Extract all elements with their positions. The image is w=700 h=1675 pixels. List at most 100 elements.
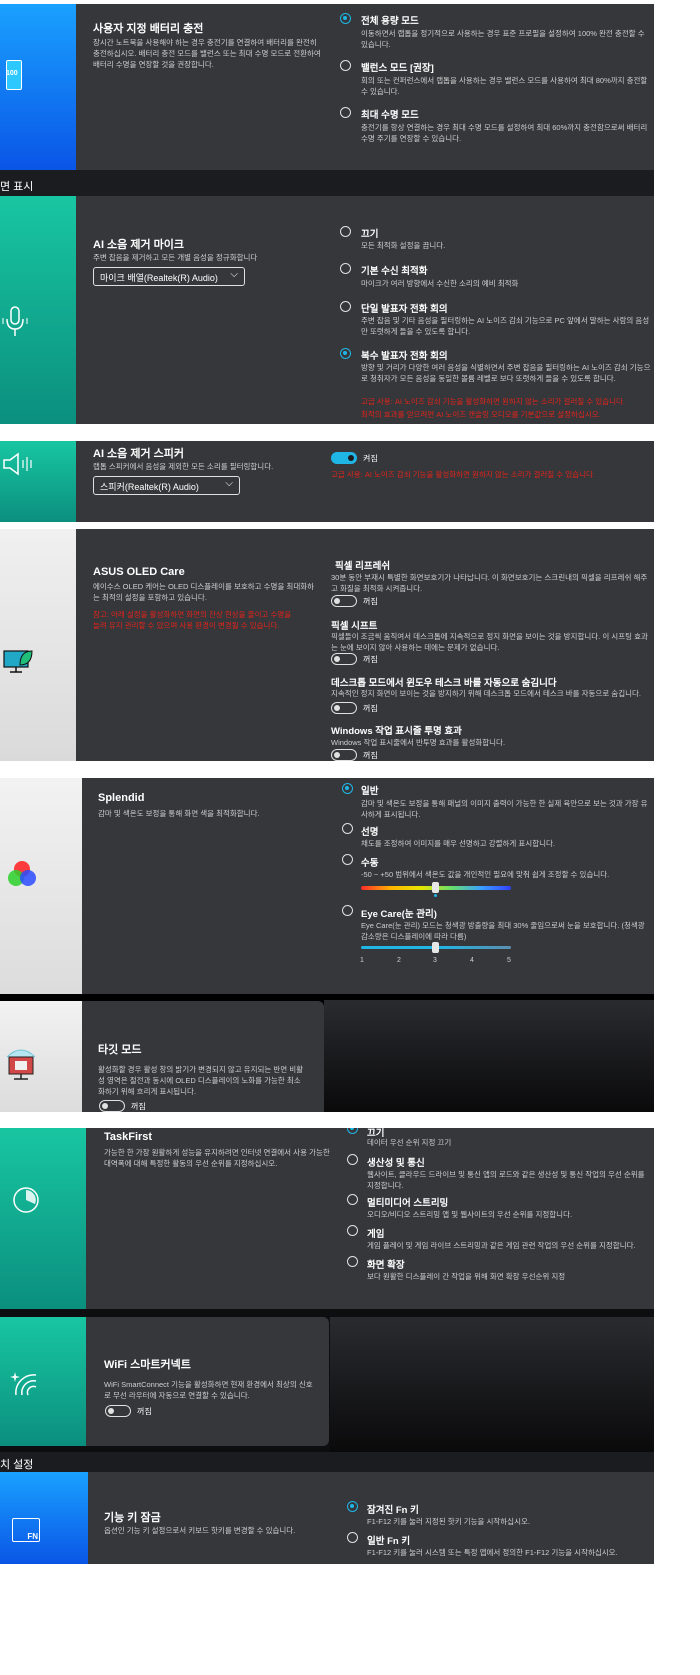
option-title: 단일 발표자 전화 회의 — [361, 304, 448, 315]
ai-noise-mic-panel: AI 소음 제거 마이크 주변 잡음을 제거하고 모든 개별 음성을 정규화합니… — [0, 196, 654, 424]
ai-noise-speaker-panel: AI 소음 제거 스피커 랩톱 스피커에서 음성을 제외한 모든 소리를 필터링… — [0, 441, 654, 522]
option-title: 픽셀 리프레쉬 — [335, 561, 391, 572]
radio-normal[interactable] — [342, 783, 353, 794]
wifi-smartconnect-toggle[interactable] — [105, 1405, 131, 1417]
eye-care-tick: 4 — [470, 957, 474, 964]
section-title: 기능 키 잠금 — [104, 1512, 161, 1524]
radio-manual[interactable] — [342, 854, 353, 865]
option-desc: F1-F12 키를 눌러 시스템 또는 특정 앱에서 정의한 F1-F12 기능… — [367, 1548, 618, 1557]
color-circles-icon — [8, 861, 36, 886]
section-title: 타깃 모드 — [98, 1044, 142, 1056]
pie-timer-icon — [13, 1187, 39, 1213]
section-header-label: 면 표시 — [0, 181, 34, 193]
radio-screen-extend[interactable] — [347, 1256, 358, 1267]
section-header-band: 면 표시 — [0, 170, 654, 196]
speaker-noise-toggle[interactable] — [331, 452, 357, 464]
oled-icon-column — [0, 529, 76, 761]
battery-charging-panel: 100 사용자 지정 배터리 충전 장시간 노트북을 사용해야 하는 경우 충전… — [0, 4, 654, 170]
section-desc: 랩톱 스피커에서 음성을 제외한 모든 소리를 필터링합니다. — [93, 462, 274, 471]
radio-basic-optimization[interactable] — [340, 263, 351, 274]
option-title: 생산성 및 통신 — [367, 1158, 425, 1169]
radio-multi-presenter[interactable] — [340, 348, 351, 359]
radio-off[interactable] — [340, 226, 351, 237]
radio-vivid[interactable] — [342, 823, 353, 834]
section-title: WiFi 스마트커넥트 — [104, 1359, 191, 1371]
option-desc: 방향 및 거리가 다양한 여러 음성을 식별하면서 주변 잡음을 필터링하는 A… — [361, 363, 651, 383]
option-desc: 웹사이트, 클라우드 드라이브 및 통신 앱의 로드와 같은 생산성 및 통신 … — [367, 1170, 645, 1190]
toggle-state-label: 꺼짐 — [131, 1102, 146, 1111]
option-title: Windows 작업 표시줄 투명 효과 — [331, 726, 462, 737]
slider-thumb[interactable] — [432, 942, 439, 953]
section-desc: 감마 및 색온도 보정을 통해 화면 색을 최적화합니다. — [98, 809, 260, 818]
option-desc: 데이터 우선 순위 지정 끄기 — [367, 1138, 452, 1147]
toggle-state-label: 꺼짐 — [363, 751, 378, 760]
radio-locked-fn[interactable] — [347, 1501, 358, 1512]
battery-icon: 100 — [6, 60, 22, 90]
section-desc: 장시간 노트북을 사용해야 하는 경우 충전기를 연결하여 배터리를 완전히 충… — [93, 38, 321, 69]
option-desc: 주변 잡음 및 기타 음성을 필터링하는 AI 노이즈 감쇠 기능으로 PC 앞… — [361, 316, 650, 336]
option-desc: 30분 동안 부재시 특별한 화면보호기가 나타납니다. 이 화면보호기는 스크… — [331, 573, 648, 593]
option-desc: 이동하면서 랩톱을 정기적으로 사용하는 경우 표준 프로필을 설정하여 100… — [361, 29, 645, 49]
section-header-band: 치 설정 — [0, 1452, 654, 1472]
section-desc: WiFi SmartConnect 기능을 활성화하면 현재 환경에서 최상의 … — [104, 1380, 313, 1400]
taskbar-transparency-toggle[interactable] — [331, 749, 357, 761]
option-title: 최대 수명 모드 — [361, 110, 419, 121]
slider-thumb[interactable] — [432, 882, 439, 893]
option-desc: 픽셀들이 조금씩 움직여서 데스크톱에 지속적으로 정지 화면을 보이는 것을 … — [331, 632, 648, 652]
section-desc: 주변 잡음을 제거하고 모든 개별 음성을 정규화합니다 — [93, 253, 258, 262]
option-title: 수동 — [361, 858, 379, 869]
taskfirst-panel: TaskFirst 가능한 한 가장 원활하게 성능을 유지하려면 인터넷 연결… — [0, 1128, 654, 1309]
dark-gradient-fill — [330, 1317, 654, 1452]
option-desc: 회의 또는 컨퍼런스에서 랩톱을 사용하는 경우 밸런스 모드를 사용하여 최대… — [361, 76, 648, 96]
radio-balanced[interactable] — [340, 60, 351, 71]
fn-lock-panel: FN 기능 키 잠금 옵션인 기능 키 설정으로서 키보드 핫키를 변경할 수 … — [0, 1472, 654, 1564]
option-desc: 보다 원활한 디스플레이 간 작업을 위해 화면 확장 우선순위 지정 — [367, 1272, 566, 1281]
target-mode-toggle[interactable] — [99, 1100, 125, 1112]
mic-device-dropdown[interactable]: 마이크 배열(Realtek(R) Audio) ⌵ — [93, 267, 245, 286]
radio-normal-fn[interactable] — [347, 1532, 358, 1543]
option-title: 잠겨진 Fn 키 — [367, 1505, 419, 1516]
warning-text: 최적의 효과를 얻으려면 AI 노이즈 캔슬링 오디오를 기본값으로 설정하십시… — [361, 410, 601, 419]
taskfirst-icon-column — [0, 1128, 86, 1309]
warning-text: 고급 사용: AI 노이즈 감쇠 기능을 활성화하면 원하지 않는 소리가 걸러… — [331, 470, 595, 479]
radio-eye-care[interactable] — [342, 905, 353, 916]
option-title: 밸런스 모드 [권장] — [361, 63, 434, 74]
fn-key-icon: FN — [12, 1518, 40, 1542]
option-title: 픽셀 시프트 — [331, 621, 378, 632]
option-title: 게임 — [367, 1229, 385, 1240]
target-mode-panel: 타깃 모드 활성화할 경우 활성 창의 밝기가 변경되지 않고 유지되는 반면 … — [0, 1001, 324, 1112]
warning-text: 참고: 아래 설정을 활성화하면 화면의 잔상 현상을 줄이고 수명을 늘려 유… — [93, 610, 292, 630]
radio-single-presenter[interactable] — [340, 301, 351, 312]
battery-icon-column: 100 — [0, 4, 76, 170]
section-desc: 활성화할 경우 활성 창의 밝기가 변경되지 않고 유지되는 반면 비활성 영역… — [98, 1065, 304, 1096]
option-title: 데스크톱 모드에서 윈도우 테스크 바를 자동으로 숨김니다 — [331, 678, 557, 689]
mic-icon-column — [0, 196, 76, 424]
radio-max-lifespan[interactable] — [340, 107, 351, 118]
section-title: 사용자 지정 배터리 충전 — [93, 23, 204, 35]
section-desc: 옵션인 기능 키 설정으로서 키보드 핫키를 변경할 수 있습니다. — [104, 1526, 296, 1535]
option-title: 끄기 — [361, 229, 379, 240]
radio-gaming[interactable] — [347, 1225, 358, 1236]
speaker-icon-column — [0, 441, 76, 522]
eye-care-tick: 1 — [360, 957, 364, 964]
speaker-device-dropdown[interactable]: 스피커(Realtek(R) Audio) ⌵ — [93, 476, 240, 495]
section-title: AI 소음 제거 마이크 — [93, 239, 185, 251]
radio-full-capacity[interactable] — [340, 13, 351, 24]
radio-off[interactable] — [347, 1128, 358, 1134]
section-title: AI 소음 제거 스피커 — [93, 448, 185, 460]
radio-productivity[interactable] — [347, 1154, 358, 1165]
auto-hide-taskbar-toggle[interactable] — [331, 702, 357, 714]
option-title: 전체 용량 모드 — [361, 16, 419, 27]
toggle-state-label: 꺼짐 — [363, 597, 378, 606]
option-desc: 지속적인 정지 화면이 보이는 것을 방지하기 위해 데스크톱 모드에서 테스크… — [331, 689, 641, 698]
pixel-refresh-toggle[interactable] — [331, 595, 357, 607]
radio-multimedia[interactable] — [347, 1194, 358, 1205]
microphone-icon — [2, 306, 28, 336]
pixel-shift-toggle[interactable] — [331, 653, 357, 665]
option-desc: 감마 및 색온도 보정을 통해 패널의 이미지 출력이 가능한 한 실제 육안으… — [361, 799, 648, 819]
toggle-state-label: 꺼짐 — [363, 655, 378, 664]
option-title: 기본 수신 최적화 — [361, 266, 428, 277]
section-title: Splendid — [98, 792, 145, 804]
option-desc: F1-F12 키를 눌러 지정된 핫키 기능을 시작하십시오. — [367, 1517, 530, 1526]
section-title: TaskFirst — [104, 1131, 153, 1143]
